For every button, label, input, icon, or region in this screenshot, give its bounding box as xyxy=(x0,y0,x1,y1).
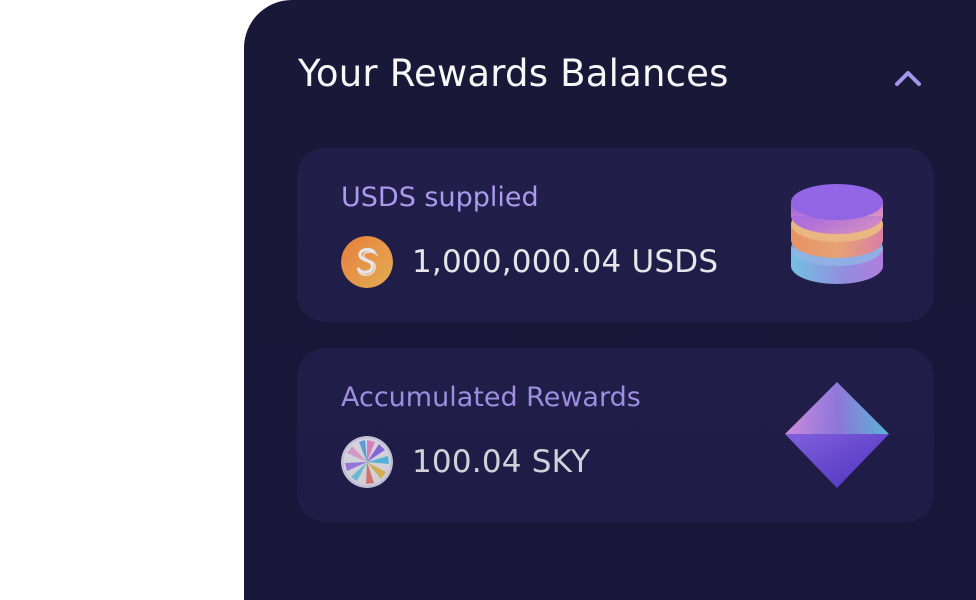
rewards-balances-panel: Your Rewards Balances USDS supplied 1,00… xyxy=(244,0,976,600)
panel-title: Your Rewards Balances xyxy=(298,52,729,95)
diamond-icon xyxy=(785,382,889,488)
card-label: USDS supplied xyxy=(341,182,539,213)
chevron-up-icon xyxy=(895,71,921,86)
token-amount-row: 1,000,000.04 USDS xyxy=(341,236,718,288)
card-label: Accumulated Rewards xyxy=(341,382,641,413)
sky-amount: 100.04 SKY xyxy=(412,444,591,480)
sky-icon xyxy=(341,436,393,488)
stacked-coins-icon xyxy=(791,184,883,284)
collapse-button[interactable] xyxy=(890,62,926,94)
usds-amount: 1,000,000.04 USDS xyxy=(412,244,719,280)
accumulated-rewards-card: Accumulated Rewards 100.04 SKY xyxy=(297,348,934,522)
usds-supplied-card: USDS supplied 1,000,000.04 USDS xyxy=(297,148,934,322)
token-amount-row: 100.04 SKY xyxy=(341,436,590,488)
usds-icon xyxy=(341,236,393,288)
